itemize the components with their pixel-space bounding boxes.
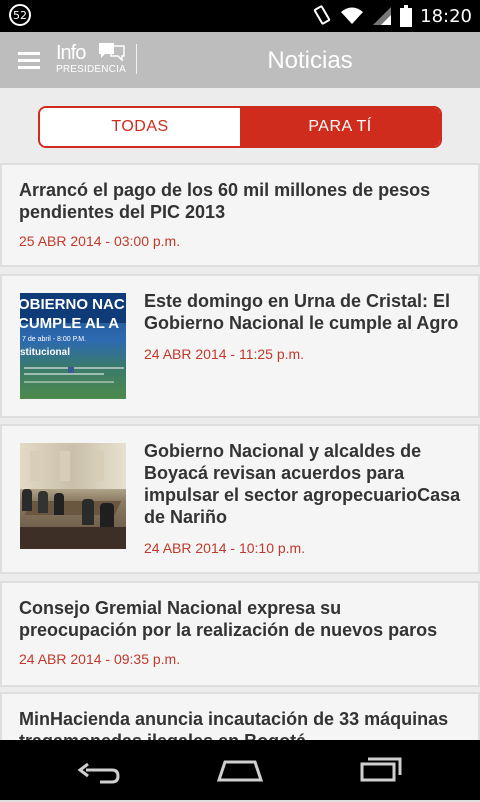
signal-icon bbox=[373, 7, 392, 25]
news-thumbnail: OBIERNO NAC CUMPLE AL A 7 de abril - 8:0… bbox=[20, 293, 126, 399]
app-bar: Info PRESIDENCIA Noticias bbox=[0, 32, 480, 88]
page-title: Noticias bbox=[267, 47, 353, 74]
tab-para-ti[interactable]: PARA TÍ bbox=[240, 108, 440, 146]
news-item[interactable]: Gobierno Nacional y alcaldes de Boyacá r… bbox=[0, 424, 480, 574]
filter-tabs: TODAS PARA TÍ bbox=[38, 106, 442, 148]
thumbnail-headline-2: CUMPLE AL A bbox=[20, 315, 120, 332]
speech-bubble-icon bbox=[99, 43, 125, 62]
news-title: Gobierno Nacional y alcaldes de Boyacá r… bbox=[144, 441, 461, 527]
home-icon[interactable] bbox=[215, 756, 265, 786]
news-item[interactable]: OBIERNO NAC CUMPLE AL A 7 de abril - 8:0… bbox=[0, 274, 480, 418]
thumbnail-date: 7 de abril - 8:00 P.M. bbox=[22, 336, 87, 343]
thumbnail-subtitle: stitucional bbox=[20, 347, 71, 358]
thumbnail-headline-1: OBIERNO NAC bbox=[20, 296, 125, 313]
status-icons: 18:20 bbox=[312, 4, 472, 28]
battery-icon bbox=[400, 5, 413, 27]
status-bar: 52 18:20 bbox=[0, 0, 480, 32]
news-title: Este domingo en Urna de Cristal: El Gobi… bbox=[144, 291, 459, 333]
clock: 18:20 bbox=[420, 5, 472, 27]
news-thumbnail bbox=[20, 443, 126, 549]
news-item[interactable]: Arrancó el pago de los 60 mil millones d… bbox=[0, 163, 480, 267]
tab-todas[interactable]: TODAS bbox=[40, 108, 240, 146]
navigation-bar bbox=[0, 740, 480, 800]
logo-presidencia-text: PRESIDENCIA bbox=[56, 64, 126, 75]
news-date: 24 ABR 2014 - 09:35 p.m. bbox=[19, 651, 181, 667]
news-date: 24 ABR 2014 - 10:10 p.m. bbox=[144, 540, 306, 556]
infopresidencia-logo: Info PRESIDENCIA bbox=[56, 42, 136, 78]
vibrate-icon bbox=[314, 5, 331, 25]
news-date: 25 ABR 2014 - 03:00 p.m. bbox=[19, 233, 181, 249]
news-date: 24 ABR 2014 - 11:25 p.m. bbox=[144, 346, 305, 362]
wifi-icon bbox=[341, 7, 364, 24]
logo-divider bbox=[136, 44, 137, 74]
back-icon[interactable] bbox=[76, 756, 124, 786]
news-item[interactable]: Consejo Gremial Nacional expresa su preo… bbox=[0, 581, 480, 687]
notification-count-badge: 52 bbox=[9, 4, 31, 26]
logo-info-text: Info bbox=[56, 42, 86, 64]
menu-icon[interactable] bbox=[18, 52, 40, 69]
news-title: Consejo Gremial Nacional expresa su preo… bbox=[19, 598, 438, 640]
news-title: Arrancó el pago de los 60 mil millones d… bbox=[19, 180, 431, 222]
recent-apps-icon[interactable] bbox=[358, 754, 404, 784]
